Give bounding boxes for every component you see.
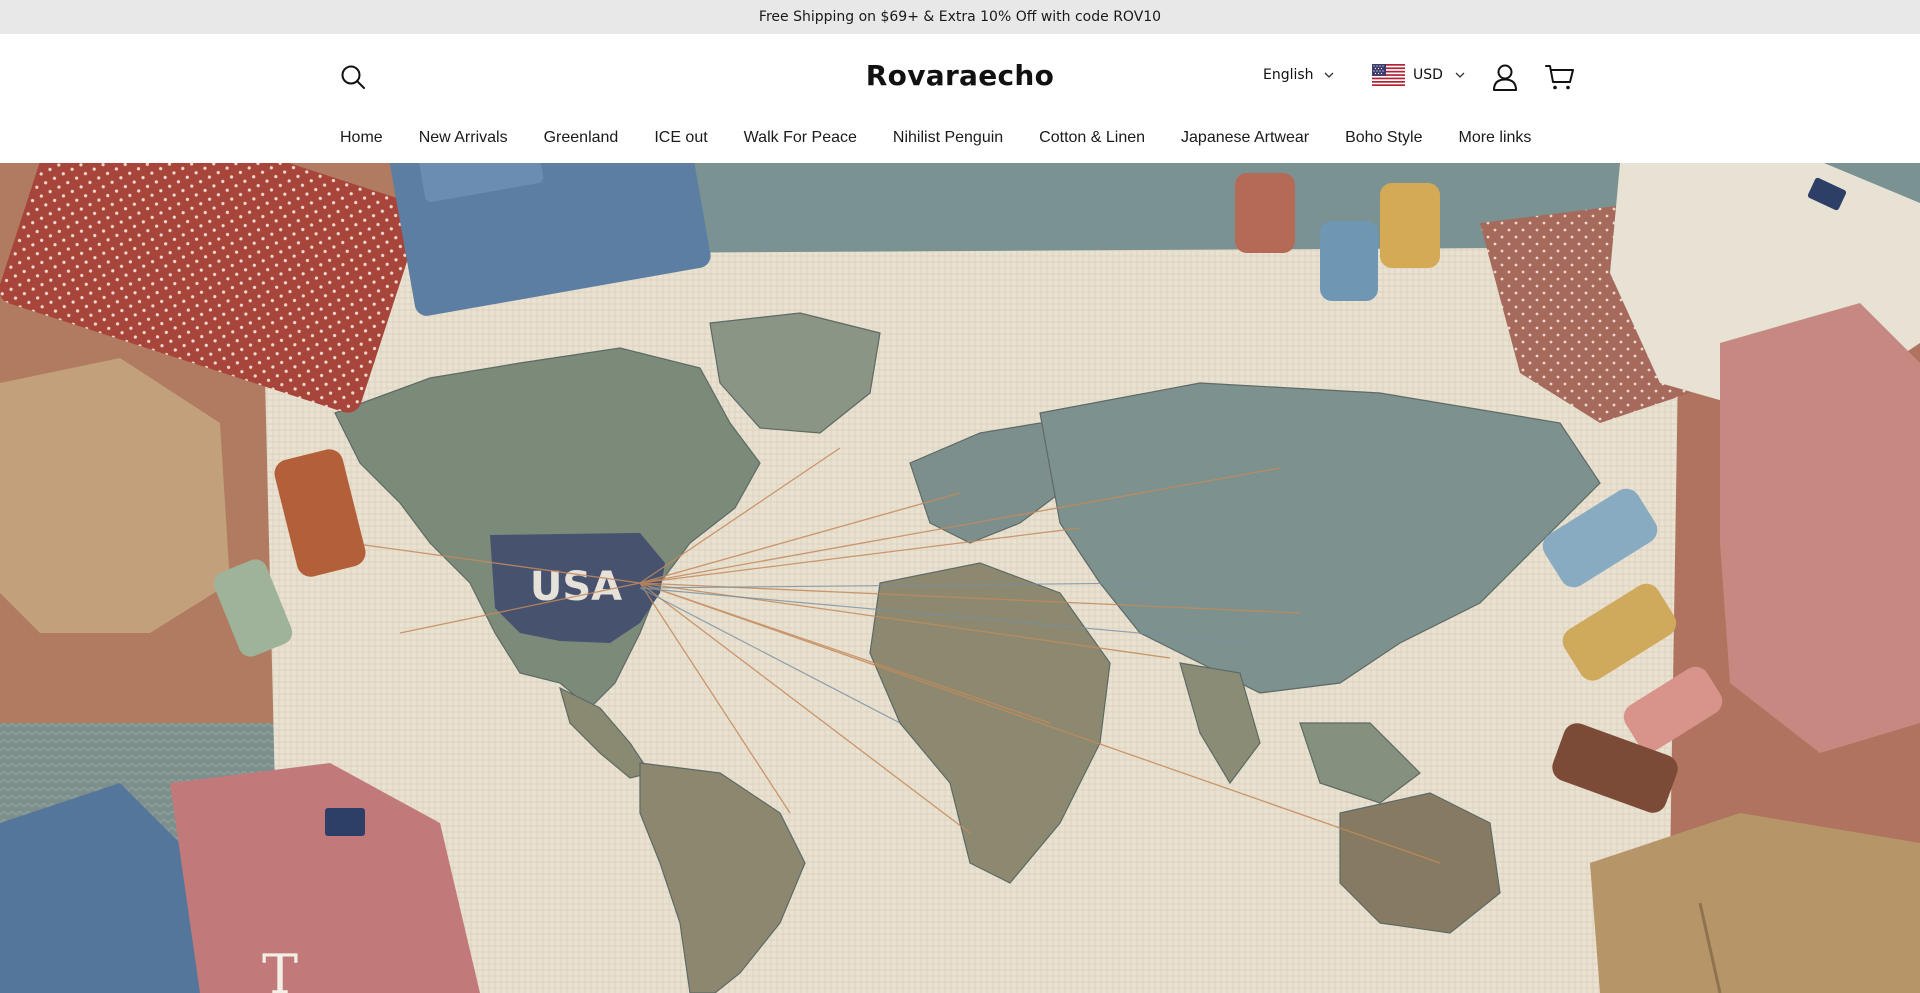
header-top-row: Rovaraecho English USD xyxy=(330,34,1590,114)
nav-item-home[interactable]: Home xyxy=(340,129,383,147)
nav-item-more-links[interactable]: More links xyxy=(1459,129,1532,147)
site-logo[interactable]: Rovaraecho xyxy=(866,59,1054,92)
svg-text:T: T xyxy=(262,943,298,993)
hero-banner[interactable]: USA T xyxy=(0,163,1920,993)
nav-item-nihilist-penguin[interactable]: Nihilist Penguin xyxy=(893,129,1003,147)
user-icon xyxy=(1493,64,1517,91)
currency-selector[interactable]: USD xyxy=(1372,64,1465,86)
announcement-text: Free Shipping on $69+ & Extra 10% Off wi… xyxy=(758,9,1162,25)
nav-item-walk-for-peace[interactable]: Walk For Peace xyxy=(744,129,857,147)
account-button[interactable] xyxy=(1488,60,1522,94)
site-header: Rovaraecho English USD Home New Arrivals… xyxy=(0,34,1920,163)
search-button[interactable] xyxy=(336,60,370,94)
main-navigation: Home New Arrivals Greenland ICE out Walk… xyxy=(340,124,1567,152)
cart-icon xyxy=(1545,65,1574,90)
nav-item-cotton-linen[interactable]: Cotton & Linen xyxy=(1039,129,1145,147)
hero-image: USA T xyxy=(0,163,1920,993)
language-selector[interactable]: English xyxy=(1263,67,1334,83)
nav-item-greenland[interactable]: Greenland xyxy=(544,129,619,147)
nav-item-japanese-artwear[interactable]: Japanese Artwear xyxy=(1181,129,1309,147)
nav-item-boho-style[interactable]: Boho Style xyxy=(1345,129,1422,147)
cart-button[interactable] xyxy=(1543,60,1577,94)
language-label: English xyxy=(1263,67,1314,83)
nav-item-new-arrivals[interactable]: New Arrivals xyxy=(419,129,508,147)
currency-label: USD xyxy=(1413,67,1443,83)
us-flag-icon xyxy=(1372,64,1405,86)
chevron-down-icon xyxy=(1455,72,1465,78)
chevron-down-icon xyxy=(1324,72,1334,78)
nav-item-ice-out[interactable]: ICE out xyxy=(654,129,707,147)
search-icon xyxy=(341,65,365,89)
announcement-bar: Free Shipping on $69+ & Extra 10% Off wi… xyxy=(0,0,1920,34)
